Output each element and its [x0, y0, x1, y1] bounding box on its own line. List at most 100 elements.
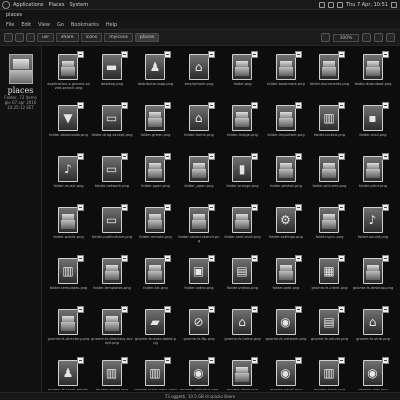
file-item[interactable]: folder-pictures.png [308, 150, 351, 200]
file-item[interactable]: folder-saved-search.png [178, 201, 221, 251]
file-item[interactable]: folder.png [221, 48, 264, 98]
file-item[interactable]: folder-txt.png [134, 252, 177, 302]
menu-file[interactable]: File [6, 22, 14, 28]
zoom-in-icon[interactable] [362, 33, 371, 42]
menu-bar: File Edit View Go Bookmarks Help [0, 20, 400, 29]
file-item[interactable]: application-x-gnome-saved-search.png [47, 48, 90, 98]
file-item[interactable]: ▣ folder-video.png [178, 252, 221, 302]
file-item[interactable]: ⊘ gnome-fs-ftp.png [178, 303, 221, 353]
view-list-icon[interactable] [386, 33, 395, 42]
file-thumbnail-icon: ▥ [319, 360, 339, 386]
file-item[interactable]: folder-download.png [352, 48, 395, 98]
file-item[interactable]: gnome-fs-directory.png [47, 303, 90, 353]
file-item[interactable]: folder-remote.png [134, 201, 177, 251]
view-icons-icon[interactable] [374, 33, 383, 42]
file-item[interactable]: folder-image.png [221, 99, 264, 149]
file-thumbnail-icon: ▬ [101, 54, 122, 80]
file-item[interactable]: ▥ gnome-stock.png [308, 354, 351, 390]
menu-view[interactable]: View [38, 22, 50, 28]
file-thumbnail-icon [101, 309, 122, 335]
file-item[interactable]: ▮ folder-orange.png [221, 150, 264, 200]
file-item[interactable]: folder-web.png [265, 252, 308, 302]
file-item[interactable]: ♪ folder-music.png [47, 150, 90, 200]
menu-bookmarks[interactable]: Bookmarks [71, 22, 99, 28]
file-item[interactable]: gnome-other.png [221, 354, 264, 390]
file-item[interactable]: gnome-fs-desktop.png [352, 252, 395, 302]
file-item[interactable]: folder-bookmark.png [265, 48, 308, 98]
file-item[interactable]: folder-important.png [265, 99, 308, 149]
menu-edit[interactable]: Edit [21, 22, 31, 28]
file-item[interactable]: ◉ gnome-netstatus.png [178, 354, 221, 390]
file-item[interactable]: ▭ folder-network.png [91, 150, 134, 200]
file-item[interactable]: ⌂ folder-home.png [178, 99, 221, 149]
file-item[interactable]: ▪ folder-mail.png [352, 99, 395, 149]
file-item[interactable]: ⚙ folder-settings.png [265, 201, 308, 251]
breadcrumb-myicons[interactable]: myicons [104, 33, 133, 42]
file-item[interactable]: ⌂ emptytrash.png [178, 48, 221, 98]
file-item[interactable]: ♪ folder-sound.png [352, 201, 395, 251]
file-item[interactable]: folder-documents.png [308, 48, 351, 98]
file-item[interactable]: ◉ gnome-panel.png [265, 354, 308, 390]
file-item[interactable]: folder-print.png [352, 150, 395, 200]
panel-menu-places[interactable]: Places [49, 2, 65, 8]
file-item[interactable]: ▭ folder-publicshare.png [91, 201, 134, 251]
network-icon[interactable] [319, 1, 325, 8]
file-item[interactable]: ⌂ gnome-fs-smb.png [352, 303, 395, 353]
file-item[interactable]: ⌂ gnome-fs-home.png [221, 303, 264, 353]
file-item[interactable]: folder-photos.png [265, 150, 308, 200]
file-name: folder-sync.png [315, 235, 344, 239]
file-name: folder-txt.png [143, 286, 168, 290]
breadcrumb-places[interactable]: places [134, 33, 160, 42]
file-item[interactable]: ▬ desktop.png [91, 48, 134, 98]
file-item[interactable]: ♟ distributor-logo.png [134, 48, 177, 98]
file-item[interactable]: ▥ gnome-main-menu.png [134, 354, 177, 390]
file-item[interactable]: ▭ folder-drag-accept.png [91, 99, 134, 149]
file-item[interactable]: ▤ folder-videos.png [221, 252, 264, 302]
file-item[interactable]: ▥ folder-templates.png [47, 252, 90, 302]
file-item[interactable]: folder-sync.png [308, 201, 351, 251]
file-item[interactable]: ◉ gnome-fs-network.png [265, 303, 308, 353]
file-item[interactable]: folder-green.png [134, 99, 177, 149]
file-item[interactable]: ▤ gnome-fs-server.png [308, 303, 351, 353]
panel-menu-applications[interactable]: Applications [13, 2, 44, 8]
zoom-out-icon[interactable] [321, 33, 330, 42]
file-item[interactable]: folder-templates.png [91, 252, 134, 302]
breadcrumb-share[interactable]: share [56, 33, 79, 42]
menu-go[interactable]: Go [57, 22, 64, 28]
file-item[interactable]: folder-public.png [47, 201, 90, 251]
file-item[interactable]: ♟ gnome-fs-trash-empty.png [47, 354, 90, 390]
file-item[interactable]: ▥ gnome-mime.png [91, 354, 134, 390]
file-item[interactable]: ▥ folder-locked.png [308, 99, 351, 149]
file-item[interactable]: folder-open.png [134, 150, 177, 200]
panel-clock[interactable]: Thu 7 Apr, 10:51 [346, 2, 388, 8]
zoom-level[interactable]: 100% [333, 33, 359, 42]
power-icon[interactable] [391, 1, 397, 8]
file-item[interactable]: ◉ gnome-user.png [352, 354, 395, 390]
up-icon[interactable] [26, 33, 35, 42]
image-badge-icon [164, 357, 171, 364]
panel-menu-system[interactable]: System [69, 2, 88, 8]
back-icon[interactable] [4, 33, 13, 42]
file-name: gnome-fs-trash-empty.png [48, 388, 89, 390]
forward-icon[interactable] [15, 33, 24, 42]
image-badge-icon [120, 153, 128, 160]
window-title-bar[interactable]: places [0, 10, 400, 20]
file-item[interactable]: folder-sent-mail.png [221, 201, 264, 251]
volume-icon[interactable] [328, 1, 334, 8]
file-item[interactable]: gnome-fs-directory-accept.png [91, 303, 134, 353]
file-item[interactable]: ▼ folder-downloads.png [47, 99, 90, 149]
image-badge-icon [77, 204, 84, 211]
battery-icon[interactable] [337, 1, 343, 8]
breadcrumb-icons[interactable]: icons [80, 33, 103, 42]
file-thumbnail-icon: ⚙ [275, 207, 296, 233]
thumbnail-glyph: ♪ [368, 213, 377, 227]
file-thumbnail-icon: ▥ [58, 258, 78, 284]
foot-logo-icon[interactable] [2, 0, 10, 9]
file-item[interactable]: folder_open.png [178, 150, 221, 200]
breadcrumb-usr[interactable]: usr [37, 33, 55, 42]
file-name: folder-templates.png [49, 286, 88, 290]
file-item[interactable]: ▦ gnome-fs-client.png [308, 252, 351, 302]
menu-help[interactable]: Help [106, 22, 117, 28]
file-item[interactable]: ▰ gnome-fs-executable.png [134, 303, 177, 353]
file-name: gnome-netstatus.png [179, 388, 219, 390]
